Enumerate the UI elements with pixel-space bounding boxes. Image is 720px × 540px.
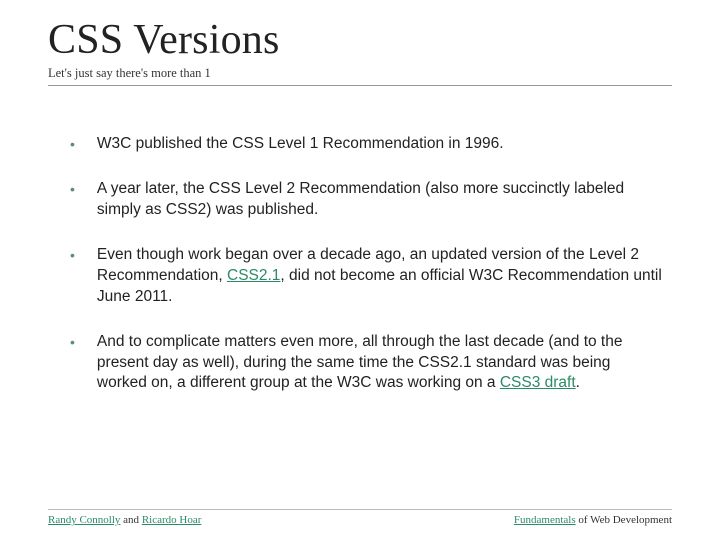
- bullet-icon: •: [70, 179, 75, 200]
- footer-left: Randy Connolly and Ricardo Hoar: [48, 514, 201, 526]
- footer-author-link[interactable]: Randy Connolly: [48, 514, 120, 526]
- bullet-text: And to complicate matters even more, all…: [97, 332, 662, 395]
- link-css3-draft[interactable]: CSS3 draft: [500, 374, 576, 391]
- link-css21[interactable]: CSS2.1: [227, 267, 280, 284]
- bullet-item: • A year later, the CSS Level 2 Recommen…: [48, 179, 672, 221]
- text-fragment: of Web Development: [576, 514, 672, 526]
- text-fragment: .: [576, 374, 580, 391]
- bullet-icon: •: [70, 332, 75, 353]
- bullet-item: • And to complicate matters even more, a…: [48, 332, 672, 395]
- slide: CSS Versions Let's just say there's more…: [0, 0, 720, 540]
- text-fragment: and: [120, 514, 141, 526]
- slide-title: CSS Versions: [48, 16, 672, 64]
- footer-right: Fundamentals of Web Development: [514, 514, 672, 526]
- title-block: CSS Versions Let's just say there's more…: [48, 16, 672, 86]
- bullet-icon: •: [70, 245, 75, 266]
- slide-body: • W3C published the CSS Level 1 Recommen…: [48, 134, 672, 394]
- footer-book-link[interactable]: Fundamentals: [514, 514, 576, 526]
- footer: Randy Connolly and Ricardo Hoar Fundamen…: [48, 509, 672, 526]
- bullet-text: W3C published the CSS Level 1 Recommenda…: [97, 134, 662, 155]
- footer-author-link[interactable]: Ricardo Hoar: [142, 514, 202, 526]
- bullet-text: A year later, the CSS Level 2 Recommenda…: [97, 179, 662, 221]
- bullet-text: Even though work began over a decade ago…: [97, 245, 662, 308]
- slide-subtitle: Let's just say there's more than 1: [48, 66, 672, 81]
- bullet-item: • Even though work began over a decade a…: [48, 245, 672, 308]
- bullet-item: • W3C published the CSS Level 1 Recommen…: [48, 134, 672, 155]
- bullet-icon: •: [70, 134, 75, 155]
